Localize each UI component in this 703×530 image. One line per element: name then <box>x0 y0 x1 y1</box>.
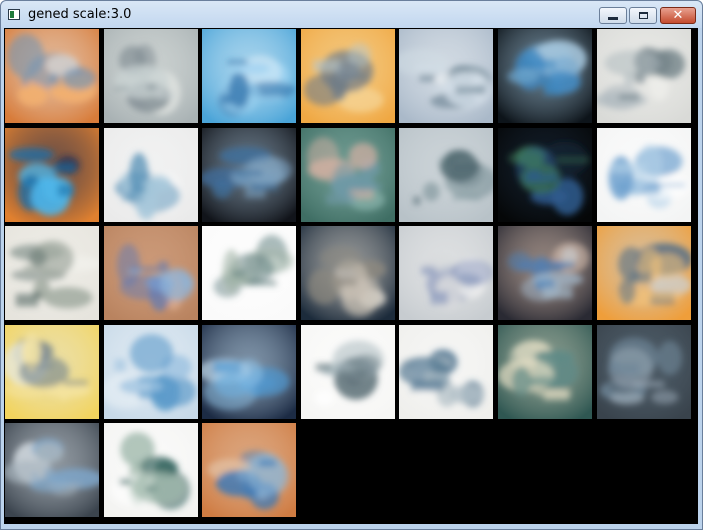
window-title: gened scale:3.0 <box>28 7 132 22</box>
maximize-button[interactable] <box>629 7 657 24</box>
generated-image-grid <box>4 28 698 524</box>
generated-image-tile <box>202 324 297 419</box>
generated-image-tile <box>5 423 99 518</box>
generated-image-tile <box>202 423 297 518</box>
generated-image-tile <box>103 29 198 123</box>
generated-image-tile <box>5 29 99 123</box>
generated-image-tile <box>498 324 592 419</box>
generated-image-tile <box>5 226 99 321</box>
generated-image-tile <box>202 127 297 222</box>
app-window-icon <box>8 9 20 20</box>
maximize-icon <box>638 12 648 19</box>
generated-image-tile <box>300 127 395 222</box>
generated-image-tile <box>498 226 592 321</box>
generated-image-tile <box>103 127 198 222</box>
generated-image-tile <box>596 324 691 419</box>
generated-image-tile <box>300 226 395 321</box>
app-window: gened scale:3.0 ✕ <box>0 0 703 530</box>
generated-image-tile <box>399 127 494 222</box>
generated-image-tile <box>300 324 395 419</box>
generated-image-tile <box>103 423 198 518</box>
close-button[interactable]: ✕ <box>660 7 696 24</box>
generated-image-tile <box>399 29 494 123</box>
generated-image-tile <box>202 29 297 123</box>
title-bar[interactable]: gened scale:3.0 ✕ <box>1 1 702 28</box>
close-icon: ✕ <box>672 8 684 23</box>
generated-image-tile <box>103 324 198 419</box>
generated-image-tile <box>103 226 198 321</box>
minimize-icon <box>608 16 618 20</box>
generated-image-tile <box>596 127 691 222</box>
generated-image-tile <box>5 127 99 222</box>
generated-image-tile <box>498 127 592 222</box>
generated-image-tile <box>202 226 297 321</box>
generated-image-tile <box>300 29 395 123</box>
generated-image-tile <box>596 226 691 321</box>
minimize-button[interactable] <box>599 7 627 24</box>
generated-image-tile <box>399 226 494 321</box>
generated-image-tile <box>498 29 592 123</box>
generated-image-tile <box>399 324 494 419</box>
generated-image-tile <box>5 324 99 419</box>
generated-image-tile <box>596 29 691 123</box>
